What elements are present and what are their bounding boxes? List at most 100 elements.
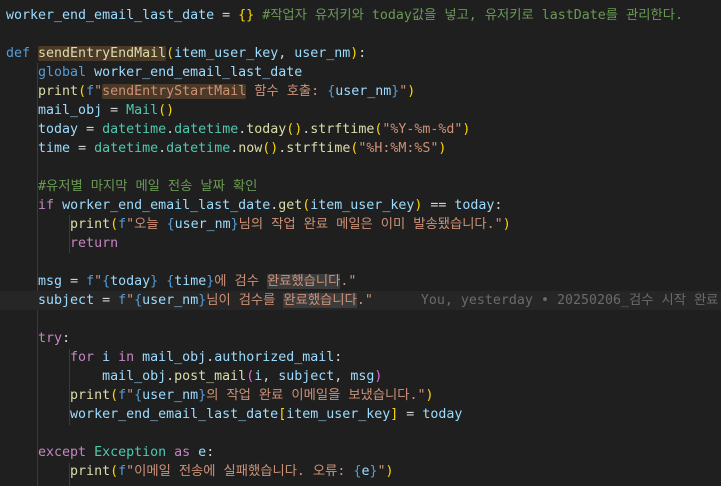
code-editor[interactable]: worker_end_email_last_date = {} #작업자 유저키… xyxy=(0,0,721,486)
code-token: get xyxy=(278,198,303,213)
code-token: "%H:%M:%S" xyxy=(358,141,439,156)
code-line[interactable] xyxy=(0,25,721,44)
code-line[interactable] xyxy=(0,424,721,443)
code-token: ) xyxy=(438,141,447,156)
code-token: } xyxy=(230,217,239,232)
code-token: worker_end_email_last_date xyxy=(6,8,215,23)
code-token: ( xyxy=(110,217,119,232)
code-token: today xyxy=(110,274,151,289)
code-token: worker_end_email_last_date xyxy=(62,198,271,213)
code-token: , xyxy=(278,46,295,61)
code-token: ( xyxy=(166,46,175,61)
code-token: = xyxy=(102,103,127,118)
code-line[interactable]: time = datetime.datetime.now().strftime(… xyxy=(0,139,721,158)
code-line[interactable]: def sendEntryEndMail(item_user_key, user… xyxy=(0,44,721,63)
code-token: f xyxy=(86,84,95,99)
code-line[interactable]: print(f"sendEntryStartMail 함수 호출: {user_… xyxy=(0,82,721,101)
code-token: ) xyxy=(374,369,383,384)
code-line[interactable]: except Exception as e: xyxy=(0,443,721,462)
code-token: #유저별 마지막 메일 전송 날짜 확인 xyxy=(38,179,258,194)
code-token: user_nm xyxy=(174,217,231,232)
code-line[interactable] xyxy=(0,158,721,177)
code-line[interactable]: if worker_end_email_last_date.get(item_u… xyxy=(0,196,721,215)
code-line[interactable]: mail_obj.post_mail(i, subject, msg) xyxy=(0,367,721,386)
code-token: print xyxy=(70,217,111,232)
code-token: " xyxy=(94,274,103,289)
code-token: #작업자 유저키와 today값을 넣고, 유저키로 lastDate를 관리한… xyxy=(254,8,683,23)
code-line[interactable]: print(f"이메일 전송에 실패했습니다. 오류: {e}") xyxy=(0,462,721,481)
code-token: msg xyxy=(350,369,375,384)
code-token: today xyxy=(246,122,287,137)
code-token: strftime xyxy=(310,122,375,137)
code-token: datetime xyxy=(166,141,231,156)
code-token: except xyxy=(38,445,95,460)
code-token: , xyxy=(262,369,279,384)
code-token: sendEntryEndMail xyxy=(38,46,167,61)
code-token: 님이 검수를 xyxy=(206,293,284,308)
code-token: "%Y-%m-%d" xyxy=(382,122,463,137)
code-token: f xyxy=(86,274,95,289)
code-token: : xyxy=(494,198,503,213)
code-token: user_nm xyxy=(294,46,351,61)
code-token: ." xyxy=(356,293,373,308)
code-line[interactable]: return xyxy=(0,234,721,253)
code-token: . xyxy=(206,350,215,365)
code-token: ) xyxy=(385,464,394,479)
code-line[interactable]: subject = f"{user_nm}님이 검수를 완료했습니다." You… xyxy=(0,291,721,310)
code-line[interactable]: worker_end_email_last_date[item_user_key… xyxy=(0,405,721,424)
code-token: ." xyxy=(340,274,357,289)
code-line[interactable]: #유저별 마지막 메일 전송 날짜 확인 xyxy=(0,177,721,196)
code-token: " xyxy=(94,84,103,99)
code-token: { xyxy=(134,293,143,308)
code-token: sendEntryStartMail xyxy=(102,84,247,99)
code-token: post_mail xyxy=(174,369,247,384)
code-line[interactable]: for i in mail_obj.authorized_mail: xyxy=(0,348,721,367)
code-token: print xyxy=(38,84,79,99)
code-token: mail_obj xyxy=(38,103,103,118)
code-line[interactable]: print(f"오늘 {user_nm}님의 작업 완료 메일은 이미 발송됐습… xyxy=(0,215,721,234)
code-token: 완료했습니다 xyxy=(283,293,357,308)
code-token: ) xyxy=(425,388,434,403)
git-blame-annotation: You, yesterday • 20250206_검수 시작 완료 xyxy=(372,293,719,308)
code-line[interactable] xyxy=(0,253,721,272)
code-line[interactable]: msg = f"{today} {time}에 검수 완료했습니다." xyxy=(0,272,721,291)
code-line[interactable]: print(f"{user_nm}의 작업 완료 이메일을 보냈습니다.") xyxy=(0,386,721,405)
code-line[interactable]: global worker_end_email_last_date xyxy=(0,63,721,82)
code-token: in xyxy=(110,350,143,365)
code-token: ) xyxy=(462,122,471,137)
code-token: "오늘 xyxy=(126,217,167,232)
code-token: return xyxy=(70,236,119,251)
code-line[interactable]: worker_end_email_last_date = {} #작업자 유저키… xyxy=(0,6,721,25)
code-token: 에 검수 xyxy=(214,274,267,289)
code-line[interactable] xyxy=(0,310,721,329)
code-token: = xyxy=(398,407,423,422)
code-token: datetime xyxy=(102,122,167,137)
code-token: Exception xyxy=(94,445,167,460)
code-token: { xyxy=(102,274,111,289)
code-line[interactable]: try: xyxy=(0,329,721,348)
code-token: " xyxy=(126,388,135,403)
code-line[interactable]: today = datetime.datetime.today().strfti… xyxy=(0,120,721,139)
code-line[interactable]: mail_obj = Mail() xyxy=(0,101,721,120)
code-token: user_nm xyxy=(142,388,199,403)
code-token: 함수 호출: xyxy=(246,84,328,99)
code-token: () xyxy=(286,122,303,137)
code-token: f xyxy=(118,388,127,403)
code-token: f xyxy=(118,217,127,232)
code-token: } xyxy=(150,274,159,289)
code-token: ( xyxy=(78,84,87,99)
code-token: def xyxy=(6,46,39,61)
code-token: item_user_key xyxy=(174,46,279,61)
code-token: mail_obj xyxy=(102,369,167,384)
code-token: = xyxy=(214,8,239,23)
code-token: for xyxy=(70,350,103,365)
